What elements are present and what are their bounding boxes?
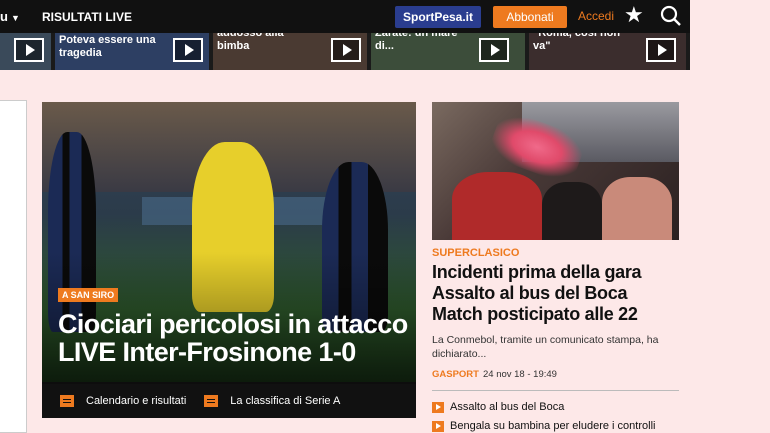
play-icon[interactable] (173, 38, 203, 62)
video-strip: Poteva essere una tragedia addosso alla … (0, 33, 690, 70)
subscribe-button[interactable]: Abbonati (493, 6, 567, 28)
video-clip-caption: Zarate: un mare di... (375, 33, 458, 52)
video-clip-caption: addosso alla bimba (217, 33, 284, 52)
menu-label: u (0, 9, 8, 24)
related-link-label: Assalto al bus del Boca (450, 401, 565, 413)
related-link[interactable]: Bengala su bambina per eludere i control… (432, 420, 655, 432)
main-story-tag: A San Siro (58, 288, 119, 302)
video-clip[interactable] (0, 33, 51, 70)
sportpesa-logo-link[interactable]: SportPesa.it (395, 6, 481, 28)
video-clip[interactable]: Zarate: un mare di... (371, 33, 525, 70)
search-icon[interactable] (660, 5, 682, 27)
side-story-card: SUPERCLASICO Incidenti prima della gara … (432, 102, 679, 433)
calendar-results-label: Calendario e risultati (86, 395, 187, 407)
play-icon[interactable] (331, 38, 361, 62)
divider (432, 390, 679, 391)
side-story-headline[interactable]: Incidenti prima della gara Assalto al bu… (432, 262, 679, 325)
chevron-down-icon: ▼ (10, 13, 20, 23)
play-icon[interactable] (14, 38, 44, 62)
list-icon (204, 395, 219, 407)
standings-link[interactable]: La classifica di Serie A (204, 395, 340, 407)
login-link[interactable]: Accedi (578, 9, 614, 23)
side-story-photo[interactable] (432, 102, 679, 240)
related-link[interactable]: Assalto al bus del Boca (432, 401, 564, 413)
video-clip[interactable]: Poteva essere una tragedia (55, 33, 209, 70)
play-icon[interactable] (646, 38, 676, 62)
main-story-title-line2: LIVE Inter-Frosinone 1-0 (58, 337, 356, 367)
main-story-links: Calendario e risultati La classifica di … (42, 384, 416, 418)
side-story-tag: SUPERCLASICO (432, 247, 520, 259)
side-story-meta: GASPORT 24 nov 18 - 19:49 (432, 369, 557, 380)
main-story-headline[interactable]: Ciociari pericolosi in attacco LIVE Inte… (58, 310, 408, 366)
side-story-timestamp: 24 nov 18 - 19:49 (482, 369, 557, 380)
main-story-title-line1: Ciociari pericolosi in attacco (58, 309, 408, 339)
main-story-card[interactable]: A San Siro Ciociari pericolosi in attacc… (42, 102, 416, 418)
side-story-title-line1: Incidenti prima della gara (432, 262, 642, 282)
results-live-link[interactable]: RISULTATI LIVE (42, 10, 132, 24)
star-icon[interactable]: ★ (624, 4, 644, 26)
play-icon (432, 401, 444, 413)
side-story-source: GASPORT (432, 369, 479, 380)
side-story-description: La Conmebol, tramite un comunicato stamp… (432, 334, 659, 360)
play-icon[interactable] (479, 38, 509, 62)
menu-button[interactable]: u ▼ (0, 9, 42, 24)
left-side-panel (0, 100, 27, 433)
play-icon (432, 420, 444, 432)
video-clip[interactable]: addosso alla bimba (213, 33, 367, 70)
video-clip[interactable]: "Roma, così non va" (529, 33, 686, 70)
video-clip-caption: "Roma, così non va" (533, 33, 621, 52)
calendar-results-link[interactable]: Calendario e risultati (60, 395, 186, 407)
standings-label: La classifica di Serie A (230, 395, 341, 407)
top-navigation-bar: u ▼ RISULTATI LIVE SportPesa.it Abbonati … (0, 0, 690, 33)
side-story-title-line3: Match posticipato alle 22 (432, 304, 638, 324)
side-story-title-line2: Assalto al bus del Boca (432, 283, 628, 303)
related-link-label: Bengala su bambina per eludere i control… (450, 420, 656, 432)
video-clip-caption: Poteva essere una tragedia (59, 34, 156, 59)
list-icon (60, 395, 74, 407)
